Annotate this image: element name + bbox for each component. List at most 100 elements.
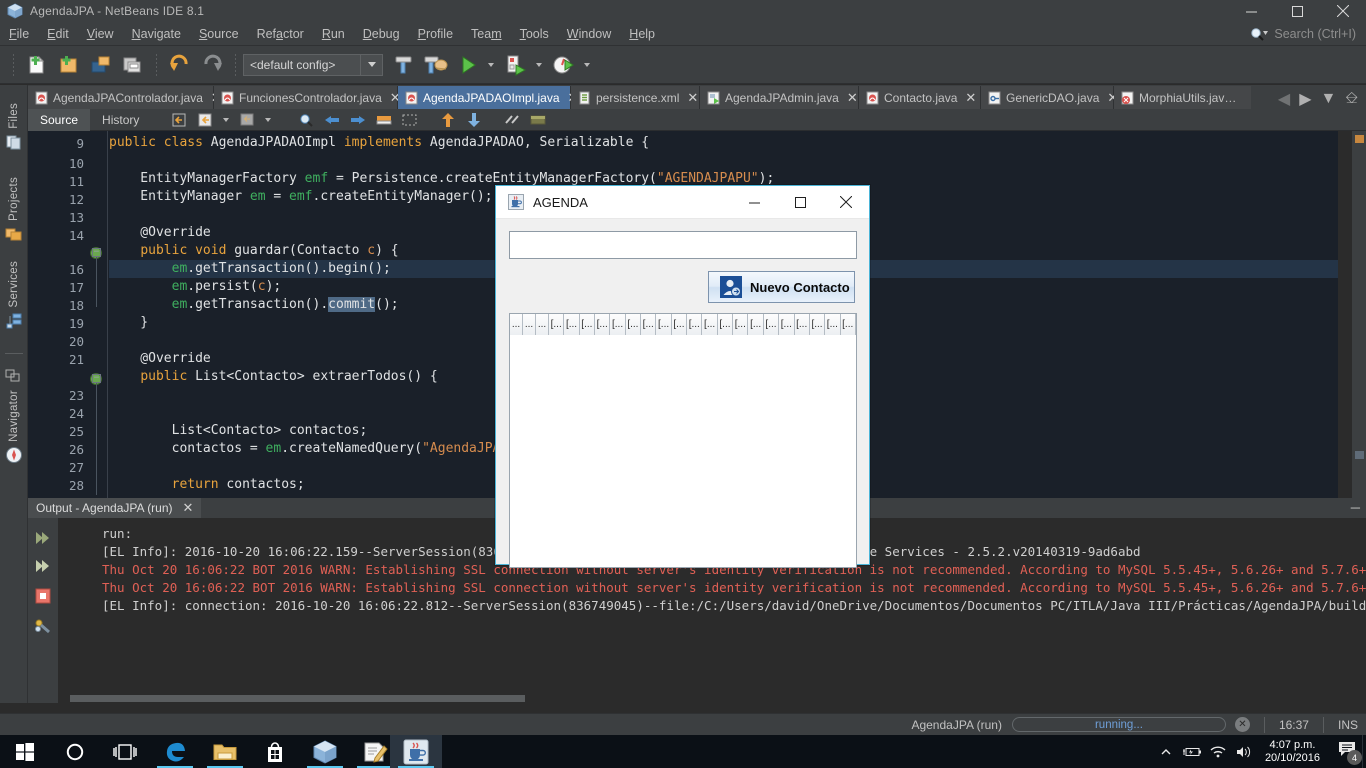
rerun-icon[interactable] [33, 528, 53, 548]
output-horizontal-scrollbar[interactable] [58, 694, 1366, 703]
sidebar-item-services[interactable]: Services [0, 261, 28, 330]
contacts-table[interactable]: ......... [... [... [... [... [... [... [... [..… [509, 313, 857, 568]
refactor-icon[interactable] [195, 111, 217, 129]
toggle-rectangular-icon[interactable] [399, 111, 421, 129]
project-config-combo[interactable]: <default config> [243, 53, 383, 76]
scrollbar-thumb[interactable] [1355, 451, 1364, 459]
stop-icon[interactable] [33, 586, 53, 606]
editor-tab-funcionescontrolador[interactable]: FuncionesControlador.java ✕ [214, 86, 401, 109]
menu-file[interactable]: File [0, 24, 38, 44]
contacts-table-column-header[interactable]: [... [702, 314, 718, 335]
editor-tab-agendajpadaoimpl[interactable]: AgendaJPADAOImpl.java ✕ [398, 86, 578, 109]
agenda-minimize-button[interactable] [731, 186, 777, 219]
menu-team[interactable]: Team [462, 24, 511, 44]
sidebar-item-files[interactable]: Files [0, 103, 28, 151]
menu-run[interactable]: Run [313, 24, 354, 44]
code-fold-toggle[interactable]: − [92, 374, 101, 383]
contacts-table-column-header[interactable]: ... [523, 314, 536, 335]
open-project-icon[interactable] [86, 50, 116, 80]
cancel-task-button[interactable]: ✕ [1234, 717, 1250, 732]
battery-charging-icon[interactable] [1179, 735, 1205, 768]
run-dropdown-icon[interactable] [485, 50, 499, 80]
clean-and-build-icon[interactable] [421, 50, 451, 80]
comment-dropdown-icon[interactable] [263, 111, 275, 129]
menu-tools[interactable]: Tools [511, 24, 558, 44]
glyph-gutter[interactable] [88, 131, 108, 498]
menu-navigate[interactable]: Navigate [123, 24, 190, 44]
contacts-table-body[interactable] [510, 335, 856, 567]
contacts-table-column-header[interactable]: ... [510, 314, 523, 335]
agenda-maximize-button[interactable] [777, 186, 823, 219]
profile-project-icon[interactable] [549, 50, 579, 80]
editor-vertical-scrollbar[interactable] [1352, 131, 1366, 498]
show-desktop-button[interactable] [1362, 735, 1366, 768]
refactor-dropdown-icon[interactable] [221, 111, 233, 129]
file-explorer-button[interactable] [200, 735, 250, 768]
menu-refactor[interactable]: Refactor [248, 24, 313, 44]
debug-dropdown-icon[interactable] [533, 50, 547, 80]
progress-bar[interactable]: running... [1011, 717, 1226, 732]
debug-project-icon[interactable] [501, 50, 531, 80]
menu-view[interactable]: View [78, 24, 123, 44]
menu-profile[interactable]: Profile [409, 24, 462, 44]
contacts-table-column-header[interactable]: [... [825, 314, 841, 335]
start-button[interactable] [0, 735, 50, 768]
contacts-table-column-header[interactable]: [... [687, 314, 703, 335]
maximize-button[interactable] [1274, 0, 1320, 22]
agenda-dialog[interactable]: AGENDA Nuevo Contacto ... ... ... [... [… [495, 185, 870, 568]
contacts-table-column-header[interactable]: [... [779, 314, 795, 335]
close-icon[interactable]: ✕ [687, 91, 698, 104]
close-button[interactable] [1320, 0, 1366, 22]
contacts-table-column-header[interactable]: [... [579, 314, 596, 335]
wifi-icon[interactable] [1205, 735, 1231, 768]
contacts-table-column-header[interactable]: [... [809, 314, 826, 335]
menu-window[interactable]: Window [558, 24, 620, 44]
scroll-left-icon[interactable]: ◀ [1278, 89, 1290, 109]
show-hidden-icons-button[interactable] [1153, 735, 1179, 768]
inspect-icon[interactable] [527, 111, 549, 129]
tab-list-dropdown-icon[interactable]: ▼ [1321, 90, 1337, 108]
contacts-table-column-header[interactable]: [... [564, 314, 580, 335]
new-project-icon[interactable] [54, 50, 84, 80]
contacts-table-column-header[interactable]: [... [763, 314, 780, 335]
netbeans-button[interactable] [300, 735, 350, 768]
sidebar-item-navigator[interactable]: Navigator [0, 390, 28, 464]
editor-tab-persistence-xml[interactable]: persistence.xml ✕ [571, 86, 700, 109]
chevron-down-icon[interactable] [360, 54, 382, 75]
last-edit-icon[interactable] [169, 111, 191, 129]
close-icon[interactable]: ✕ [183, 500, 194, 516]
shift-left-icon[interactable] [437, 111, 459, 129]
toggle-bookmark-icon[interactable] [373, 111, 395, 129]
menu-edit[interactable]: Edit [38, 24, 78, 44]
cortana-button[interactable] [50, 735, 100, 768]
contacts-table-column-header[interactable]: [... [717, 314, 734, 335]
store-button[interactable] [250, 735, 300, 768]
save-all-icon[interactable] [118, 50, 148, 80]
edge-button[interactable] [150, 735, 200, 768]
new-file-icon[interactable] [22, 50, 52, 80]
editor-tab-agendajpacontrolador[interactable]: AgendaJPAControlador.java ✕ [28, 86, 222, 109]
contacts-table-column-header[interactable]: [... [840, 314, 856, 335]
contacts-table-column-header[interactable]: [... [595, 314, 611, 335]
taskbar-clock[interactable]: 4:07 p.m. 20/10/2016 [1257, 739, 1328, 765]
toggle-highlight-icon[interactable] [501, 111, 523, 129]
editor-tab-contacto[interactable]: Contacto.java ✕ [859, 86, 981, 109]
contacts-table-column-header[interactable]: [... [671, 314, 688, 335]
close-icon[interactable]: ✕ [847, 91, 858, 104]
agenda-close-button[interactable] [823, 186, 869, 219]
close-icon[interactable]: ✕ [965, 91, 976, 104]
contacts-table-column-header[interactable]: [... [610, 314, 626, 335]
settings-icon[interactable] [33, 616, 53, 636]
ide-search[interactable]: Search (Ctrl+I) [1250, 27, 1366, 41]
speaker-icon[interactable] [1231, 735, 1257, 768]
redo-icon[interactable] [197, 50, 227, 80]
menu-source[interactable]: Source [190, 24, 248, 44]
minimize-button[interactable] [1228, 0, 1274, 22]
run-project-icon[interactable] [453, 50, 483, 80]
contacts-table-column-header[interactable]: [... [549, 314, 565, 335]
maximize-editor-icon[interactable]: ⎒ [1345, 90, 1358, 108]
code-fold-toggle[interactable]: − [92, 248, 101, 257]
search-input[interactable] [509, 231, 857, 259]
editor-tab-morphiautils[interactable]: MorphiaUtils.jav… [1114, 86, 1251, 109]
contacts-table-column-header[interactable]: [... [641, 314, 657, 335]
